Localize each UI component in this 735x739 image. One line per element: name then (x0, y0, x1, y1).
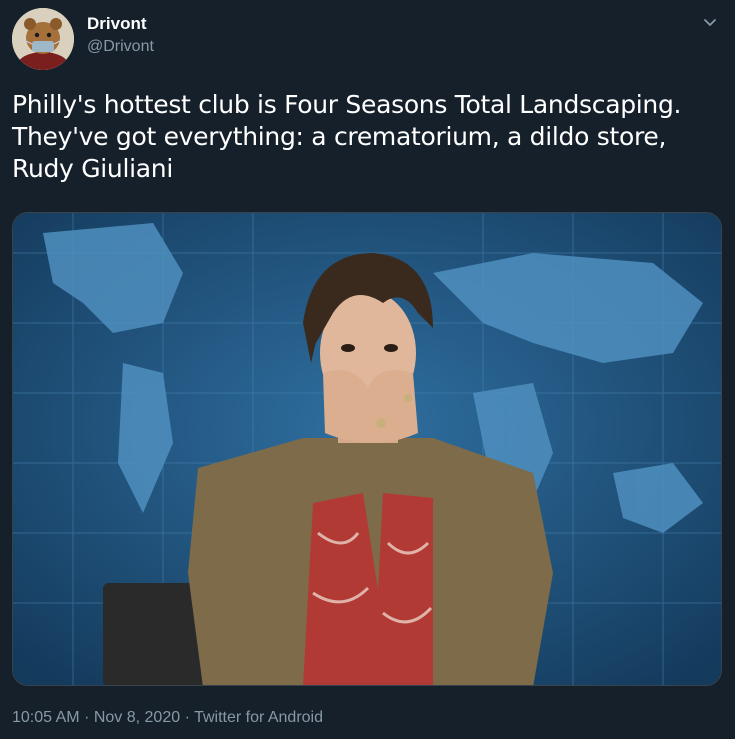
chevron-down-icon[interactable] (697, 10, 723, 36)
tweet: Drivont @Drivont Philly's hottest club i… (0, 0, 735, 739)
author-names: Drivont @Drivont (87, 13, 154, 58)
media-image (13, 213, 721, 685)
meta-separator: · (184, 709, 190, 726)
tweet-text-line: Rudy Giuliani (12, 154, 173, 183)
avatar-image (12, 8, 74, 70)
tweet-date[interactable]: Nov 8, 2020 (94, 709, 180, 726)
tweet-meta: 10:05 AM · Nov 8, 2020 · Twitter for And… (12, 708, 323, 728)
tweet-header: Drivont @Drivont (12, 8, 723, 70)
tweet-text: Philly's hottest club is Four Seasons To… (12, 89, 712, 185)
tweet-source[interactable]: Twitter for Android (194, 709, 323, 726)
tweet-timestamp[interactable]: 10:05 AM (12, 709, 80, 726)
avatar[interactable] (12, 8, 74, 70)
meta-separator: · (84, 709, 90, 726)
tweet-text-line: Philly's hottest club is Four Seasons To… (12, 90, 682, 119)
author-handle[interactable]: @Drivont (87, 36, 154, 58)
tweet-text-line: They've got everything: a crematorium, a… (12, 122, 667, 151)
tweet-media[interactable] (12, 212, 722, 686)
author-display-name[interactable]: Drivont (87, 13, 154, 35)
